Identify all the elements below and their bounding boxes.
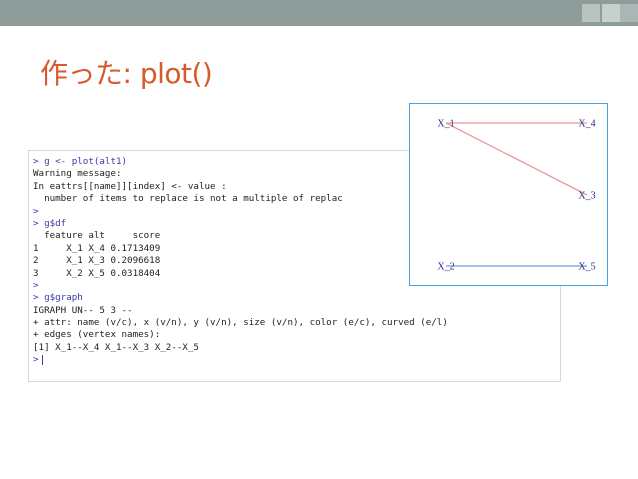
text-cursor xyxy=(41,354,43,365)
slide-title: 作った: plot() xyxy=(40,57,213,90)
top-banner xyxy=(0,0,638,26)
graph-plot-window: X_1 X_4 X_3 X_2 X_5 xyxy=(409,103,608,286)
console-line: > xyxy=(33,354,556,366)
console-line: IGRAPH UN-- 5 3 -- xyxy=(33,305,556,317)
vertex-label: X_2 xyxy=(437,262,454,273)
console-line: + edges (vertex names): xyxy=(33,329,556,341)
vertex-label: X_1 xyxy=(437,119,454,130)
console-line-text: > xyxy=(33,279,39,291)
console-line-text: > g$df xyxy=(33,217,67,229)
console-line-text: + edges (vertex names): xyxy=(33,329,161,341)
console-line-text: [1] X_1--X_4 X_1--X_3 X_2--X_5 xyxy=(33,341,199,353)
console-line-text: 3 X_2 X_5 0.0318404 xyxy=(33,267,161,279)
console-line-text: > g <- plot(alt1) xyxy=(33,156,128,167)
graph-plot: X_1 X_4 X_3 X_2 X_5 xyxy=(437,119,595,273)
console-line-text: + attr: name (v/c), x (v/n), y (v/n), si… xyxy=(33,317,448,329)
console-line: [1] X_1--X_4 X_1--X_3 X_2--X_5 xyxy=(33,342,556,354)
vertex-label: X_4 xyxy=(578,119,595,130)
graph-edge-X_1-X_3 xyxy=(445,122,588,196)
vertex-label: X_3 xyxy=(578,191,595,202)
vertex-label: X_5 xyxy=(578,262,595,273)
console-line: + attr: name (v/c), x (v/n), y (v/n), si… xyxy=(33,317,556,329)
console-line-text: In eattrs[[name]][index] <- value : xyxy=(33,180,227,192)
banner-square-lighter xyxy=(602,4,620,22)
console-line-text: 1 X_1 X_4 0.1713409 xyxy=(33,242,161,254)
console-line-text: > xyxy=(33,205,39,217)
banner-square-mid xyxy=(620,4,638,22)
console-line-text: > xyxy=(33,354,39,366)
console-line-text: feature alt score xyxy=(33,230,161,242)
console-line-text: IGRAPH UN-- 5 3 -- xyxy=(33,304,133,316)
console-line-text: 2 X_1 X_3 0.2096618 xyxy=(33,255,161,267)
banner-square-light xyxy=(582,4,600,22)
console-line-text: Warning message: xyxy=(33,168,122,180)
console-line-text: > g$graph xyxy=(33,292,83,304)
console-line: > g$graph xyxy=(33,292,556,304)
console-line-text: number of items to replace is not a mult… xyxy=(33,193,343,205)
